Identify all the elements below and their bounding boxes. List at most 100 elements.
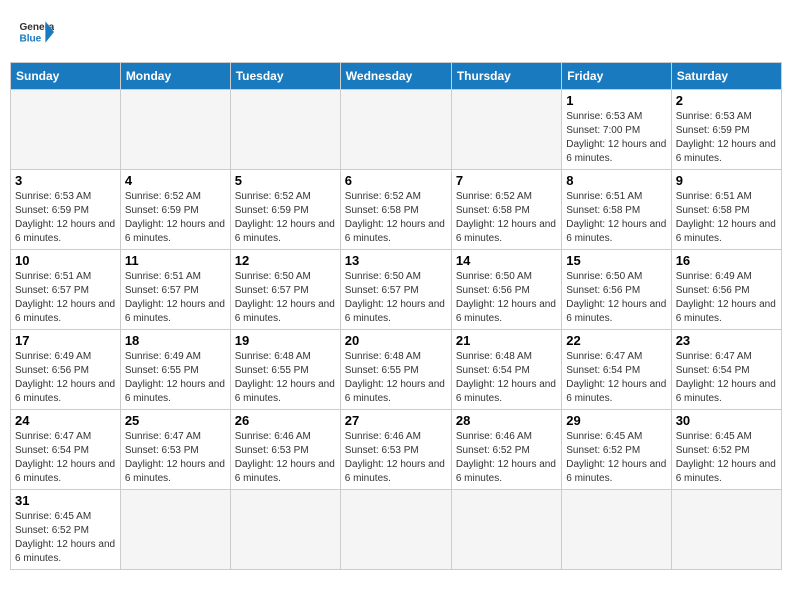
day-detail: Sunrise: 6:53 AM Sunset: 6:59 PM Dayligh… bbox=[15, 190, 116, 246]
day-detail: Sunrise: 6:46 AM Sunset: 6:53 PM Dayligh… bbox=[235, 430, 336, 486]
calendar-cell bbox=[230, 90, 340, 170]
day-detail: Sunrise: 6:47 AM Sunset: 6:54 PM Dayligh… bbox=[15, 430, 116, 486]
day-detail: Sunrise: 6:45 AM Sunset: 6:52 PM Dayligh… bbox=[676, 430, 777, 486]
day-detail: Sunrise: 6:50 AM Sunset: 6:56 PM Dayligh… bbox=[456, 270, 557, 326]
day-number: 23 bbox=[676, 333, 777, 348]
day-number: 1 bbox=[566, 93, 666, 108]
calendar-cell: 25 Sunrise: 6:47 AM Sunset: 6:53 PM Dayli… bbox=[120, 410, 230, 490]
day-number: 25 bbox=[125, 413, 226, 428]
day-number: 16 bbox=[676, 253, 777, 268]
calendar-cell: 22Sunrise: 6:47 AM Sunset: 6:54 PM Dayli… bbox=[562, 330, 671, 410]
calendar-cell bbox=[562, 490, 671, 570]
day-detail: Sunrise: 6:47 AM Sunset: 6:53 PM Dayligh… bbox=[125, 430, 226, 486]
calendar-cell bbox=[120, 490, 230, 570]
calendar-cell bbox=[340, 490, 451, 570]
day-number: 18 bbox=[125, 333, 226, 348]
logo: General Blue bbox=[18, 14, 54, 50]
day-number: 27 bbox=[345, 413, 447, 428]
day-detail: Sunrise: 6:53 AM Sunset: 7:00 PM Dayligh… bbox=[566, 110, 666, 166]
day-number: 26 bbox=[235, 413, 336, 428]
day-number: 11 bbox=[125, 253, 226, 268]
day-number: 12 bbox=[235, 253, 336, 268]
calendar-cell: 8 Sunrise: 6:51 AM Sunset: 6:58 PM Daylig… bbox=[562, 170, 671, 250]
day-number: 13 bbox=[345, 253, 447, 268]
day-detail: Sunrise: 6:52 AM Sunset: 6:58 PM Dayligh… bbox=[345, 190, 447, 246]
calendar-cell: 15Sunrise: 6:50 AM Sunset: 6:56 PM Dayli… bbox=[562, 250, 671, 330]
calendar-cell: 6 Sunrise: 6:52 AM Sunset: 6:58 PM Daylig… bbox=[340, 170, 451, 250]
calendar-week-2: 3 Sunrise: 6:53 AM Sunset: 6:59 PM Daylig… bbox=[11, 170, 782, 250]
day-detail: Sunrise: 6:51 AM Sunset: 6:58 PM Dayligh… bbox=[566, 190, 666, 246]
calendar-cell: 12Sunrise: 6:50 AM Sunset: 6:57 PM Dayli… bbox=[230, 250, 340, 330]
calendar-cell: 2 Sunrise: 6:53 AM Sunset: 6:59 PM Daylig… bbox=[671, 90, 781, 170]
day-number: 4 bbox=[125, 173, 226, 188]
calendar-cell bbox=[340, 90, 451, 170]
svg-text:Blue: Blue bbox=[19, 33, 41, 44]
day-number: 15 bbox=[566, 253, 666, 268]
day-detail: Sunrise: 6:50 AM Sunset: 6:57 PM Dayligh… bbox=[345, 270, 447, 326]
calendar-cell: 29 Sunrise: 6:45 AM Sunset: 6:52 PM Dayli… bbox=[562, 410, 671, 490]
day-detail: Sunrise: 6:46 AM Sunset: 6:52 PM Dayligh… bbox=[456, 430, 557, 486]
weekday-header-sunday: Sunday bbox=[11, 63, 121, 90]
calendar-cell: 18Sunrise: 6:49 AM Sunset: 6:55 PM Dayli… bbox=[120, 330, 230, 410]
calendar-cell: 27 Sunrise: 6:46 AM Sunset: 6:53 PM Dayli… bbox=[340, 410, 451, 490]
day-detail: Sunrise: 6:52 AM Sunset: 6:59 PM Dayligh… bbox=[125, 190, 226, 246]
calendar-cell: 23 Sunrise: 6:47 AM Sunset: 6:54 PM Dayli… bbox=[671, 330, 781, 410]
day-number: 21 bbox=[456, 333, 557, 348]
calendar-cell: 13 Sunrise: 6:50 AM Sunset: 6:57 PM Dayli… bbox=[340, 250, 451, 330]
calendar-cell bbox=[451, 90, 561, 170]
day-detail: Sunrise: 6:45 AM Sunset: 6:52 PM Dayligh… bbox=[566, 430, 666, 486]
calendar-cell: 28 Sunrise: 6:46 AM Sunset: 6:52 PM Dayli… bbox=[451, 410, 561, 490]
day-detail: Sunrise: 6:51 AM Sunset: 6:58 PM Dayligh… bbox=[676, 190, 777, 246]
calendar-cell: 9 Sunrise: 6:51 AM Sunset: 6:58 PM Daylig… bbox=[671, 170, 781, 250]
day-number: 17 bbox=[15, 333, 116, 348]
day-number: 9 bbox=[676, 173, 777, 188]
calendar-cell: 20Sunrise: 6:48 AM Sunset: 6:55 PM Dayli… bbox=[340, 330, 451, 410]
day-detail: Sunrise: 6:45 AM Sunset: 6:52 PM Dayligh… bbox=[15, 510, 116, 566]
day-detail: Sunrise: 6:47 AM Sunset: 6:54 PM Dayligh… bbox=[676, 350, 777, 406]
calendar-cell: 5 Sunrise: 6:52 AM Sunset: 6:59 PM Daylig… bbox=[230, 170, 340, 250]
day-number: 22 bbox=[566, 333, 666, 348]
weekday-header-saturday: Saturday bbox=[671, 63, 781, 90]
day-detail: Sunrise: 6:52 AM Sunset: 6:59 PM Dayligh… bbox=[235, 190, 336, 246]
day-number: 10 bbox=[15, 253, 116, 268]
calendar-table: SundayMondayTuesdayWednesdayThursdayFrid… bbox=[10, 62, 782, 570]
calendar-cell: 1 Sunrise: 6:53 AM Sunset: 7:00 PM Daylig… bbox=[562, 90, 671, 170]
weekday-header-tuesday: Tuesday bbox=[230, 63, 340, 90]
calendar-week-5: 24 Sunrise: 6:47 AM Sunset: 6:54 PM Dayli… bbox=[11, 410, 782, 490]
day-detail: Sunrise: 6:46 AM Sunset: 6:53 PM Dayligh… bbox=[345, 430, 447, 486]
day-detail: Sunrise: 6:48 AM Sunset: 6:55 PM Dayligh… bbox=[235, 350, 336, 406]
weekday-header-wednesday: Wednesday bbox=[340, 63, 451, 90]
day-number: 3 bbox=[15, 173, 116, 188]
calendar-cell: 30 Sunrise: 6:45 AM Sunset: 6:52 PM Dayli… bbox=[671, 410, 781, 490]
calendar-cell: 19 Sunrise: 6:48 AM Sunset: 6:55 PM Dayli… bbox=[230, 330, 340, 410]
day-number: 24 bbox=[15, 413, 116, 428]
day-number: 29 bbox=[566, 413, 666, 428]
calendar-cell bbox=[11, 90, 121, 170]
day-number: 6 bbox=[345, 173, 447, 188]
day-number: 8 bbox=[566, 173, 666, 188]
day-detail: Sunrise: 6:49 AM Sunset: 6:56 PM Dayligh… bbox=[15, 350, 116, 406]
day-detail: Sunrise: 6:51 AM Sunset: 6:57 PM Dayligh… bbox=[125, 270, 226, 326]
calendar-cell: 21Sunrise: 6:48 AM Sunset: 6:54 PM Dayli… bbox=[451, 330, 561, 410]
calendar-cell bbox=[671, 490, 781, 570]
weekday-header-row: SundayMondayTuesdayWednesdayThursdayFrid… bbox=[11, 63, 782, 90]
day-detail: Sunrise: 6:49 AM Sunset: 6:56 PM Dayligh… bbox=[676, 270, 777, 326]
calendar-cell: 10 Sunrise: 6:51 AM Sunset: 6:57 PM Dayli… bbox=[11, 250, 121, 330]
day-detail: Sunrise: 6:53 AM Sunset: 6:59 PM Dayligh… bbox=[676, 110, 777, 166]
calendar-cell: 14Sunrise: 6:50 AM Sunset: 6:56 PM Dayli… bbox=[451, 250, 561, 330]
day-number: 30 bbox=[676, 413, 777, 428]
calendar-cell: 11 Sunrise: 6:51 AM Sunset: 6:57 PM Dayli… bbox=[120, 250, 230, 330]
calendar-cell bbox=[120, 90, 230, 170]
day-detail: Sunrise: 6:51 AM Sunset: 6:57 PM Dayligh… bbox=[15, 270, 116, 326]
weekday-header-monday: Monday bbox=[120, 63, 230, 90]
day-detail: Sunrise: 6:52 AM Sunset: 6:58 PM Dayligh… bbox=[456, 190, 557, 246]
day-number: 5 bbox=[235, 173, 336, 188]
calendar-week-6: 31Sunrise: 6:45 AM Sunset: 6:52 PM Dayli… bbox=[11, 490, 782, 570]
day-number: 28 bbox=[456, 413, 557, 428]
calendar-cell: 17 Sunrise: 6:49 AM Sunset: 6:56 PM Dayli… bbox=[11, 330, 121, 410]
day-number: 20 bbox=[345, 333, 447, 348]
calendar-cell bbox=[451, 490, 561, 570]
day-number: 19 bbox=[235, 333, 336, 348]
day-number: 2 bbox=[676, 93, 777, 108]
logo-icon: General Blue bbox=[18, 14, 54, 50]
